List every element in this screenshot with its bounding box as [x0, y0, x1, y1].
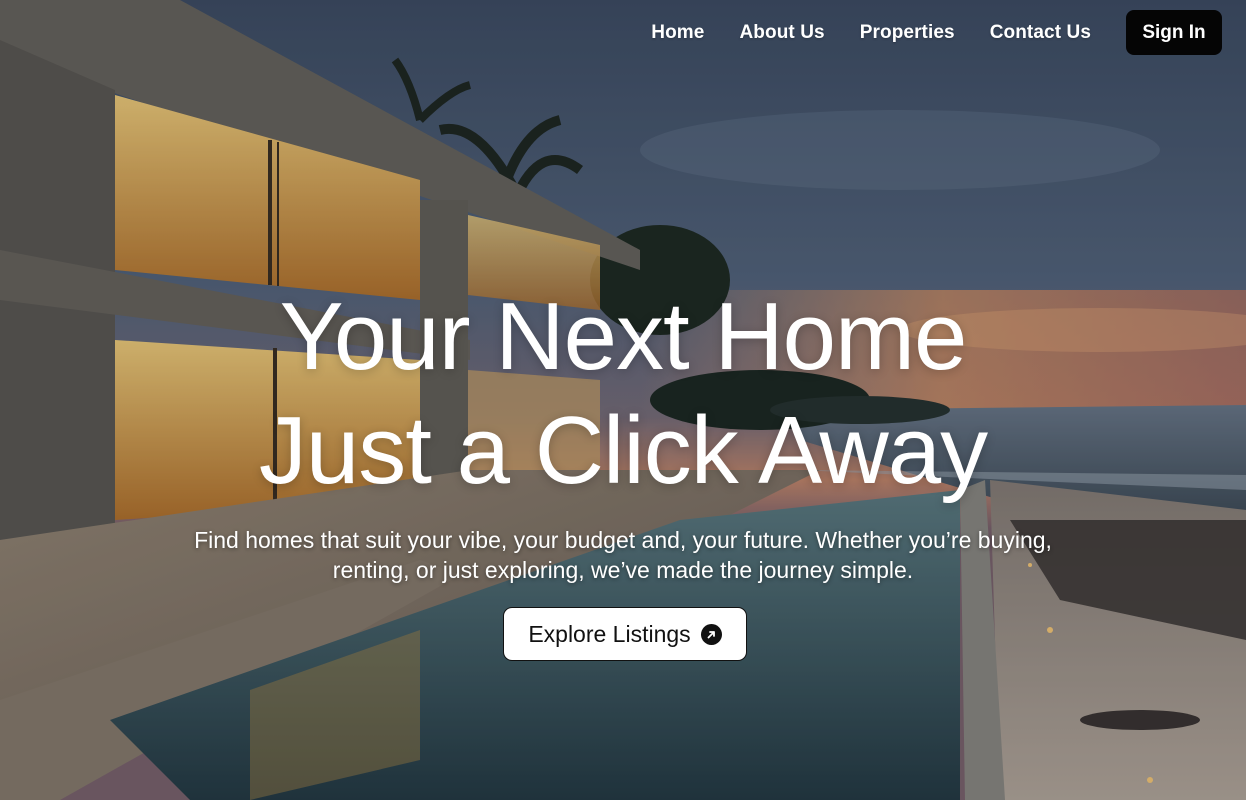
hero-headline: Your Next Home Just a Click Away: [0, 280, 1246, 508]
top-navigation: Home About Us Properties Contact Us Sign…: [651, 10, 1222, 55]
explore-listings-label: Explore Listings: [528, 620, 691, 647]
hero-subtitle-line-2: renting, or just exploring, we’ve made t…: [332, 557, 914, 583]
hero-headline-line-1: Your Next Home: [279, 283, 968, 390]
nav-link-properties[interactable]: Properties: [860, 22, 955, 44]
hero-section: Home About Us Properties Contact Us Sign…: [0, 0, 1246, 800]
hero-subtitle: Find homes that suit your vibe, your bud…: [123, 525, 1123, 585]
nav-link-about-us[interactable]: About Us: [739, 22, 824, 44]
nav-link-home[interactable]: Home: [651, 22, 704, 44]
hero-subtitle-line-1: Find homes that suit your vibe, your bud…: [194, 527, 1052, 553]
sign-in-button[interactable]: Sign In: [1126, 10, 1222, 55]
explore-listings-button[interactable]: Explore Listings: [503, 607, 747, 661]
arrow-up-right-circle-icon: [700, 623, 722, 645]
nav-link-contact-us[interactable]: Contact Us: [990, 22, 1091, 44]
hero-copy: Your Next Home Just a Click Away Find ho…: [0, 280, 1246, 585]
hero-headline-line-2: Just a Click Away: [258, 397, 988, 504]
